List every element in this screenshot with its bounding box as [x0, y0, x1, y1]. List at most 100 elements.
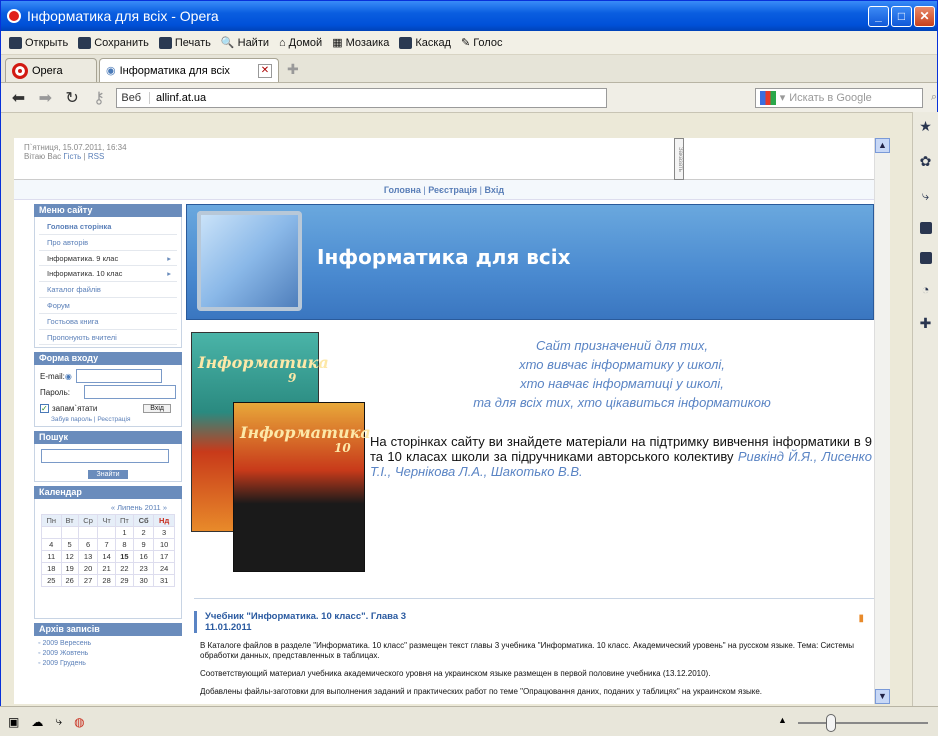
navigation-bar: ⬅ ➡ ↻ ⚷ Веб allinf.at.ua ▾ Искать в Goog… — [1, 83, 937, 113]
panel-toggle-icon[interactable]: ▣ — [8, 715, 19, 729]
left-column: Меню сайту Головна сторінка Про авторів … — [34, 204, 182, 672]
menu-item-guestbook[interactable]: Гостьова книга — [39, 314, 177, 330]
weekday: Сб — [132, 514, 155, 528]
menu-item-grade10[interactable]: Інформатика. 10 клас ▸ — [39, 266, 177, 283]
zoom-out-icon[interactable]: ▲ — [778, 715, 787, 725]
opera-icon — [7, 9, 21, 23]
bookmarks-star-icon[interactable]: ★ — [919, 118, 932, 135]
prev-month-icon[interactable]: « — [111, 503, 115, 512]
book2-grade: 10 — [334, 441, 351, 455]
notes-icon[interactable] — [919, 222, 932, 234]
menu-item-grade9[interactable]: Інформатика. 9 клас ▸ — [39, 251, 177, 267]
open-button[interactable]: Открыть — [9, 36, 68, 49]
nav-home-link[interactable]: Головна — [384, 185, 421, 195]
scroll-down-icon[interactable]: ▼ — [875, 689, 890, 704]
opera-menu-tab[interactable]: Opera — [5, 58, 97, 82]
cloud-icon[interactable]: ☁ — [31, 715, 43, 729]
nav-login-link[interactable]: Вхід — [485, 185, 505, 195]
archive-item[interactable]: ◦ 2009 Жовтень — [38, 649, 178, 659]
banner-title: Інформатика для всіх — [317, 245, 571, 269]
page-favicon-icon: ◉ — [106, 65, 116, 77]
day: 9 — [132, 538, 155, 552]
remember-checkbox[interactable]: ✓ — [40, 403, 49, 413]
menu-item-home[interactable]: Головна сторінка — [39, 219, 177, 235]
site-header: П`ятниця, 15.07.2011, 16:34 Вітаю Вас Гі… — [14, 138, 874, 180]
close-button[interactable]: ✕ — [914, 5, 935, 27]
search-dropdown-icon[interactable]: ▾ — [780, 91, 786, 104]
tab-bar: Opera ◉ Інформатика для всіх ✕ ✚ — [1, 55, 937, 83]
vertical-ad[interactable]: Заказать — [674, 138, 684, 180]
site-search-button[interactable]: Знайти — [88, 470, 128, 480]
key-icon[interactable]: ⚷ — [90, 88, 109, 108]
minimize-button[interactable]: _ — [868, 5, 889, 27]
tab-close-icon[interactable]: ✕ — [258, 63, 272, 78]
downloads-icon[interactable] — [919, 252, 932, 264]
add-panel-icon[interactable]: ✚ — [920, 315, 932, 332]
save-button[interactable]: Сохранить — [78, 36, 149, 49]
day: 13 — [77, 550, 99, 564]
next-month-icon[interactable]: » — [163, 503, 167, 512]
weekday: Ср — [77, 514, 99, 528]
scroll-up-icon[interactable]: ▲ — [875, 138, 890, 153]
forward-icon[interactable]: ➡ — [36, 88, 55, 108]
address-bar[interactable]: Веб allinf.at.ua — [116, 87, 607, 108]
rss-link[interactable]: RSS — [88, 152, 104, 161]
zoom-thumb[interactable] — [826, 714, 836, 732]
print-button[interactable]: Печать — [158, 36, 211, 49]
maximize-button[interactable]: □ — [891, 5, 912, 27]
day: 22 — [114, 562, 135, 576]
menu-item-teachers[interactable]: Пропонують вчителі — [39, 330, 177, 346]
save-label: Сохранить — [94, 36, 149, 49]
day: 14 — [97, 550, 116, 564]
cascade-label: Каскад — [415, 36, 451, 49]
new-tab-icon[interactable]: ✚ — [287, 61, 299, 78]
voice-button[interactable]: ✎ Голос — [461, 36, 502, 50]
unite-icon[interactable]: ⤷ — [55, 714, 62, 729]
password-field[interactable] — [83, 385, 176, 400]
login-title: Форма входу — [34, 352, 182, 366]
calendar-week: 25 26 27 28 29 30 31 — [41, 574, 175, 588]
tile-button[interactable]: ▦ Мозаика — [332, 36, 389, 50]
news-title[interactable]: Учебник "Информатика. 10 класс". Глава 3 — [205, 611, 874, 622]
settings-gear-icon[interactable]: ✿ — [920, 153, 932, 170]
menu-item-files[interactable]: Каталог файлів — [39, 282, 177, 298]
printer-icon — [158, 36, 172, 49]
find-button[interactable]: 🔍 Найти — [221, 36, 269, 50]
calendar-week: 18 19 20 21 22 23 24 — [41, 562, 175, 576]
home-icon: ⌂ — [279, 36, 286, 49]
save-icon — [78, 36, 92, 49]
register-link[interactable]: Реєстрація — [97, 416, 130, 423]
day — [60, 526, 79, 540]
turbo-icon[interactable]: ◍ — [74, 715, 84, 729]
archive-item[interactable]: ◦ 2009 Вересень — [38, 639, 178, 649]
zoom-slider[interactable]: ▲ — [768, 714, 938, 732]
site-search-input[interactable] — [41, 449, 169, 464]
menu-item-authors[interactable]: Про авторів — [39, 235, 177, 251]
home-button[interactable]: ⌂ Домой — [279, 37, 322, 49]
archive-item[interactable]: ◦ 2009 Грудень — [38, 659, 178, 669]
login-button[interactable]: Вхід — [143, 403, 171, 413]
history-icon[interactable]: ◔ — [922, 282, 930, 297]
submenu-arrow-icon: ▸ — [167, 269, 171, 279]
menu-title: Меню сайту — [34, 204, 182, 217]
search-go-icon[interactable]: ⌕ — [931, 91, 937, 104]
tab-current-page[interactable]: ◉ Інформатика для всіх ✕ — [99, 58, 279, 82]
slogan-line: хто вивчає інформатику у школі, — [519, 357, 725, 372]
back-icon[interactable]: ⬅ — [9, 88, 28, 108]
email-field[interactable] — [75, 369, 162, 384]
forgot-link[interactable]: Забув пароль — [51, 416, 92, 423]
day: 28 — [97, 574, 116, 588]
day: 18 — [41, 562, 62, 576]
rss-news-icon[interactable]: ▮ — [858, 613, 864, 624]
share-icon[interactable]: ⤷ — [922, 188, 929, 204]
search-field[interactable]: ▾ Искать в Google — [754, 87, 923, 108]
weekday: Пт — [114, 514, 135, 528]
web-label: Веб — [121, 91, 151, 104]
reload-icon[interactable]: ↻ — [63, 88, 82, 108]
page-viewport: П`ятниця, 15.07.2011, 16:34 Вітаю Вас Гі… — [14, 138, 874, 704]
vertical-scrollbar[interactable]: ▲ ▼ — [874, 138, 890, 704]
nav-register-link[interactable]: Реєстрація — [428, 185, 477, 195]
guest-link[interactable]: Гість — [63, 152, 81, 161]
cascade-button[interactable]: Каскад — [399, 36, 451, 49]
menu-item-forum[interactable]: Форум — [39, 298, 177, 314]
